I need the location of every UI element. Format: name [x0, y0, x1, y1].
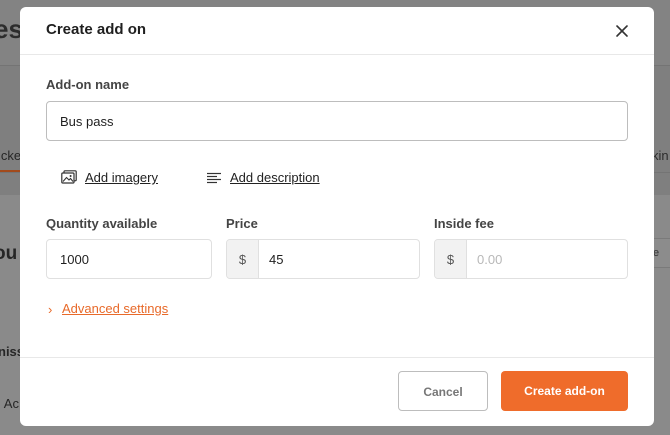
background-tab-right: kin — [652, 148, 669, 163]
inside-fee-placeholder[interactable]: 0.00 — [477, 252, 502, 267]
inside-fee-field[interactable]: $ 0.00 — [434, 239, 628, 279]
text-lines-icon — [206, 171, 222, 189]
inside-fee-label: Inside fee — [434, 216, 494, 231]
create-add-on-button[interactable]: Create add-on — [501, 371, 628, 411]
price-label: Price — [226, 216, 258, 231]
dialog-title: Create add on — [46, 21, 147, 38]
background-tab-tickets: icke — [0, 148, 22, 163]
background-row: l Ac — [0, 396, 19, 411]
image-icon — [61, 170, 77, 189]
add-on-name-label: Add-on name — [46, 77, 130, 92]
advanced-settings-link[interactable]: Advanced settings — [62, 301, 168, 316]
quantity-input[interactable]: 1000 — [46, 239, 212, 279]
add-imagery-link[interactable]: Add imagery — [85, 170, 158, 185]
create-add-on-dialog: Create add on Add-on name Bus pass Add i… — [20, 7, 654, 426]
background-section-heading: ou — [0, 243, 18, 264]
chevron-right-icon[interactable]: › — [48, 302, 52, 317]
fee-currency-prefix: $ — [435, 240, 467, 278]
price-field[interactable]: $ 45 — [226, 239, 420, 279]
price-currency-prefix: $ — [227, 240, 259, 278]
add-description-link[interactable]: Add description — [230, 170, 320, 185]
cancel-button[interactable]: Cancel — [398, 371, 488, 411]
close-icon[interactable] — [610, 21, 634, 41]
footer-divider — [20, 357, 654, 358]
add-on-name-input[interactable]: Bus pass — [46, 101, 628, 141]
dialog-header: Create add on — [20, 7, 654, 55]
price-input-value[interactable]: 45 — [269, 252, 283, 267]
quantity-label: Quantity available — [46, 216, 158, 231]
